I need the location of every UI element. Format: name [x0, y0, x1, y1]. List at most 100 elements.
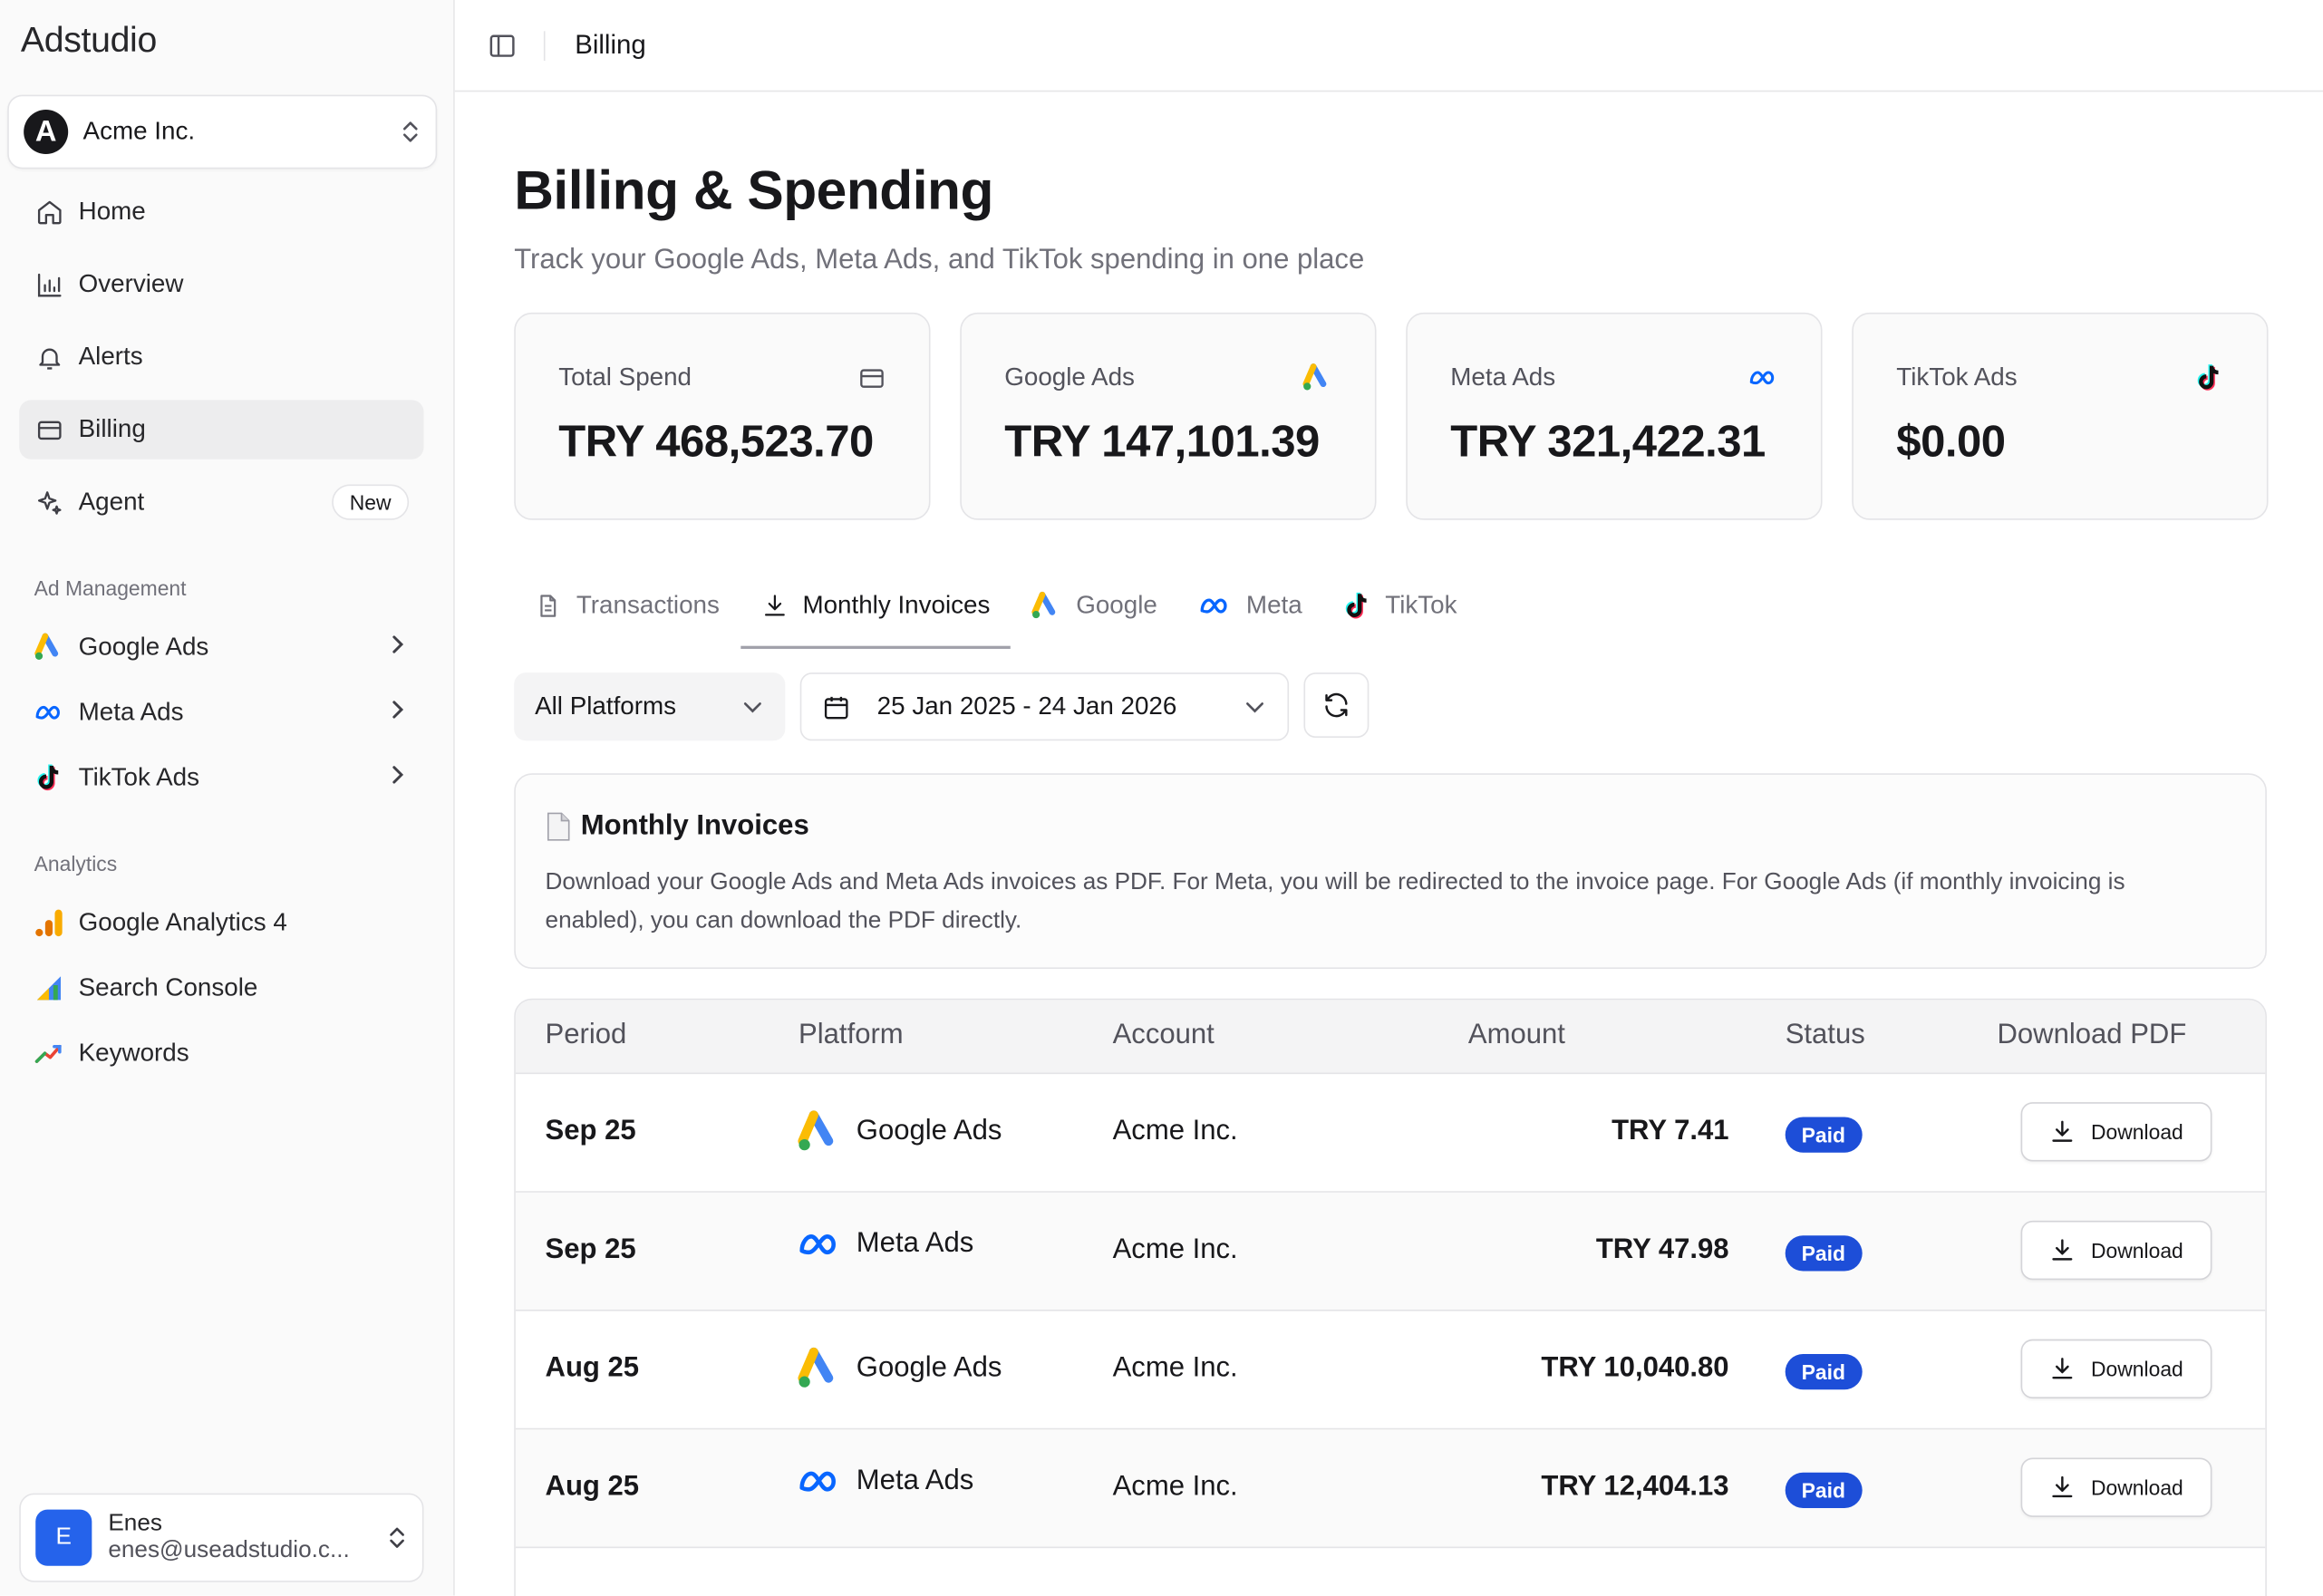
- sidebar-item-label: Meta Ads: [78, 697, 184, 726]
- cell-period: Aug 25: [545, 1352, 640, 1384]
- sidebar-toggle-icon[interactable]: [488, 31, 518, 61]
- section-label-analytics: Analytics: [34, 851, 118, 876]
- table-row: Sep 25 Google Ads Acme Inc. TRY 7.41 Pai…: [515, 1074, 2266, 1193]
- tab-label: Google: [1076, 591, 1157, 620]
- card-label: Google Ads: [1004, 363, 1135, 392]
- refresh-icon: [1321, 691, 1351, 721]
- card-label: Meta Ads: [1450, 363, 1556, 392]
- download-label: Download: [2091, 1238, 2183, 1262]
- column-header-account[interactable]: Account: [1113, 1020, 1215, 1052]
- cell-platform: Google Ads: [797, 1109, 1002, 1154]
- info-description: Download your Google Ads and Meta Ads in…: [545, 869, 2125, 933]
- platform-select-value: All Platforms: [535, 692, 677, 721]
- sidebar-item-alerts[interactable]: Alerts: [19, 327, 423, 386]
- sidebar-item-home[interactable]: Home: [19, 182, 423, 241]
- sidebar-item-label: Google Analytics 4: [78, 908, 287, 937]
- org-switcher[interactable]: A Acme Inc.: [7, 94, 438, 169]
- chevron-down-icon: [740, 695, 764, 719]
- sparkle-icon: [34, 488, 64, 517]
- download-icon: [2049, 1356, 2076, 1382]
- user-menu[interactable]: E Enes enes@useadstudio.c...: [19, 1493, 424, 1582]
- download-button[interactable]: Download: [2020, 1339, 2212, 1399]
- cell-platform-label: Google Ads: [856, 1115, 1002, 1147]
- summary-cards: Total Spend TRY 468,523.70 Google Ads TR…: [514, 312, 2269, 520]
- cell-platform-label: Meta Ads: [856, 1228, 974, 1260]
- breadcrumb: Billing: [575, 29, 646, 60]
- sidebar-item-google-ads[interactable]: Google Ads: [19, 618, 423, 677]
- download-icon: [2049, 1237, 2076, 1263]
- main-content: Billing Billing & Spending Track your Go…: [454, 0, 2323, 1596]
- google-ads-icon: [797, 1347, 841, 1391]
- cell-period: Sep 25: [545, 1115, 636, 1147]
- cell-account: Acme Inc.: [1112, 1352, 1238, 1384]
- card-label: Total Spend: [558, 363, 692, 392]
- sidebar-item-tiktok-ads[interactable]: TikTok Ads: [19, 748, 423, 807]
- sidebar-item-label: Alerts: [78, 342, 143, 371]
- download-button[interactable]: Download: [2020, 1220, 2212, 1281]
- column-header-status[interactable]: Status: [1786, 1020, 1865, 1052]
- platform-select[interactable]: All Platforms: [514, 672, 786, 741]
- download-button[interactable]: Download: [2020, 1102, 2212, 1162]
- tab-transactions[interactable]: Transactions: [514, 563, 740, 649]
- page-facing-up-icon: [546, 812, 572, 842]
- filter-bar: All Platforms 25 Jan 2025 - 24 Jan 2026: [514, 672, 1370, 741]
- tab-google[interactable]: Google: [1011, 563, 1177, 649]
- bell-icon: [34, 343, 64, 372]
- avatar: E: [35, 1509, 92, 1566]
- sidebar-item-label: Keywords: [78, 1038, 189, 1067]
- cell-amount: TRY 10,040.80: [1541, 1352, 1729, 1384]
- sidebar-item-overview[interactable]: Overview: [19, 255, 423, 314]
- cell-platform-label: Google Ads: [856, 1352, 1002, 1384]
- sidebar-item-label: Home: [78, 197, 146, 226]
- sidebar-item-google-analytics[interactable]: Google Analytics 4: [19, 894, 423, 953]
- tab-label: TikTok: [1385, 591, 1457, 620]
- card-value: $0.00: [1896, 417, 2006, 467]
- sidebar-item-keywords[interactable]: Keywords: [19, 1024, 423, 1083]
- sidebar-item-agent[interactable]: Agent New: [19, 472, 423, 531]
- tab-tiktok[interactable]: TikTok: [1323, 563, 1478, 649]
- cell-platform: Google Ads: [797, 1347, 1002, 1391]
- divider: [543, 30, 546, 61]
- download-button[interactable]: Download: [2020, 1457, 2212, 1517]
- status-badge: Paid: [1785, 1472, 1863, 1509]
- tiktok-icon: [1343, 591, 1370, 621]
- credit-card-icon: [34, 415, 64, 445]
- chevron-right-icon: [385, 632, 409, 663]
- file-text-icon: [535, 593, 561, 619]
- date-range-picker[interactable]: 25 Jan 2025 - 24 Jan 2026: [799, 672, 1290, 741]
- invoices-table: Period Platform Account Amount Status Do…: [514, 998, 2267, 1596]
- column-header-platform[interactable]: Platform: [799, 1020, 904, 1052]
- column-header-period[interactable]: Period: [546, 1020, 627, 1052]
- sidebar-item-label: Overview: [78, 269, 184, 298]
- brand-logo[interactable]: Adstudio: [21, 21, 157, 63]
- user-email: enes@useadstudio.c...: [108, 1537, 350, 1563]
- download-label: Download: [2091, 1119, 2183, 1144]
- refresh-button[interactable]: [1303, 672, 1370, 739]
- status-badge: Paid: [1785, 1235, 1863, 1272]
- sidebar-item-label: TikTok Ads: [78, 762, 199, 791]
- tab-monthly-invoices[interactable]: Monthly Invoices: [740, 563, 1011, 649]
- org-logo: A: [24, 109, 69, 154]
- calendar-icon: [822, 692, 850, 721]
- column-header-download: Download PDF: [1997, 1019, 2187, 1050]
- tab-bar: Transactions Monthly Invoices Google Met…: [514, 563, 1477, 649]
- sidebar-item-meta-ads[interactable]: Meta Ads: [19, 683, 423, 742]
- tab-meta[interactable]: Meta: [1178, 563, 1323, 649]
- sidebar-item-label: Search Console: [78, 972, 258, 1001]
- table-row: Aug 25 Google Ads Acme Inc. TRY 10,040.8…: [515, 1311, 2266, 1430]
- card-value: TRY 468,523.70: [558, 417, 874, 467]
- download-icon: [2049, 1474, 2076, 1500]
- sidebar-item-search-console[interactable]: Search Console: [19, 959, 423, 1018]
- column-header-amount[interactable]: Amount: [1468, 1020, 1565, 1052]
- user-name: Enes: [108, 1511, 162, 1537]
- home-icon: [34, 197, 64, 227]
- chevrons-up-down-icon: [387, 1524, 408, 1551]
- cell-account: Acme Inc.: [1112, 1115, 1238, 1147]
- sidebar-item-billing[interactable]: Billing: [19, 400, 424, 459]
- sidebar: Adstudio A Acme Inc. Home Overview Alert…: [0, 0, 455, 1596]
- download-icon: [2049, 1118, 2076, 1145]
- download-label: Download: [2091, 1357, 2183, 1381]
- meta-icon: [1199, 595, 1232, 616]
- table-header: Period Platform Account Amount Status Do…: [515, 1000, 2266, 1075]
- chevron-down-icon: [1243, 695, 1266, 719]
